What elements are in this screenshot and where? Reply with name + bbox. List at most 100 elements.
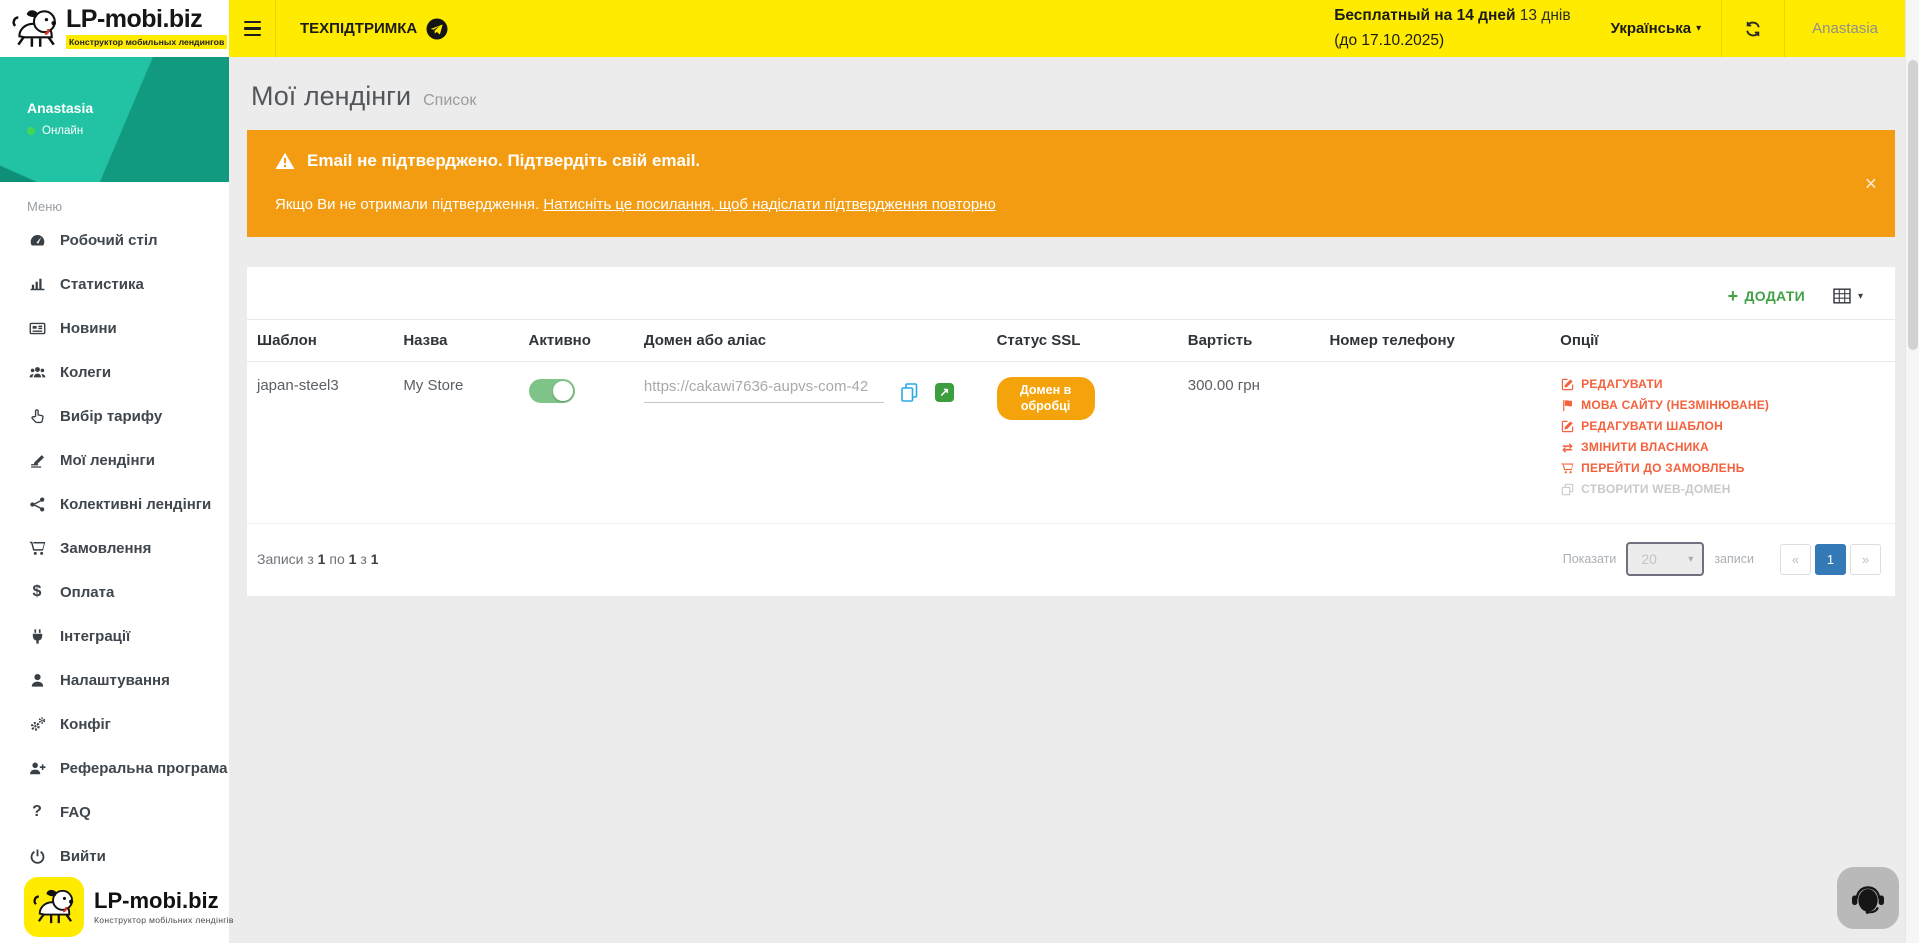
support-chat-button[interactable]: [1837, 867, 1899, 929]
table-header-row: Шаблон Назва Активно Домен або аліас Ста…: [247, 320, 1895, 362]
cart-icon: [27, 540, 47, 557]
sidebar-footer-logo: LP-mobi.biz Конструктор мобільних лендін…: [24, 877, 234, 937]
option-edit[interactable]: РЕДАГУВАТИ: [1560, 377, 1887, 391]
next-page-button[interactable]: »: [1850, 544, 1881, 575]
language-flag-icon: [1560, 399, 1575, 412]
sidebar-item-payment[interactable]: $ Оплата: [0, 570, 229, 614]
cell-domain: ↗: [636, 362, 989, 524]
brand-logo[interactable]: LP-mobi.biz Конструктор мобильных лендин…: [0, 0, 229, 57]
trial-days-left: 13 днів: [1520, 7, 1571, 24]
sidebar-item-news[interactable]: Новини: [0, 306, 229, 350]
exchange-icon: ⇄: [1560, 441, 1575, 454]
option-change-owner[interactable]: ⇄ ЗМІНИТИ ВЛАСНИКА: [1560, 440, 1887, 454]
resend-confirmation-link[interactable]: Натисніть це посилання, щоб надіслати пі…: [543, 196, 995, 213]
warning-icon: [275, 152, 295, 170]
page-title: Мої лендінги: [251, 81, 411, 112]
cart-icon: [1560, 462, 1575, 475]
main-content: Мої лендінги Список Email не підтверджен…: [229, 57, 1905, 943]
alert-title-text: Email не підтверджено. Підтвердіть свій …: [307, 151, 700, 171]
sidebar-item-logout[interactable]: Вийти: [0, 834, 229, 878]
question-icon: ?: [27, 803, 47, 821]
sidebar-nav: Робочий стіл Статистика Новини Колеги Ви…: [0, 218, 229, 878]
card-toolbar: + ДОДАТИ ▾: [247, 267, 1895, 319]
col-price: Вартість: [1180, 320, 1322, 362]
sidebar-username: Anastasia: [27, 100, 229, 116]
copy-icon[interactable]: [899, 382, 920, 403]
sidebar: Anastasia Онлайн Меню Робочий стіл Стати…: [0, 57, 229, 943]
sidebar-item-colleagues[interactable]: Колеги: [0, 350, 229, 394]
footer-brand-tagline: Конструктор мобільних лендінгів: [94, 915, 234, 925]
topbar-username[interactable]: Anastasia: [1785, 0, 1905, 57]
col-options: Опції: [1552, 320, 1895, 362]
close-icon[interactable]: ×: [1865, 173, 1877, 194]
column-visibility-button[interactable]: ▾: [1833, 288, 1863, 304]
brand-tagline: Конструктор мобильных лендингов: [66, 35, 227, 49]
cell-template: japan-steel3: [247, 362, 395, 524]
option-site-language[interactable]: МОВА САЙТУ (НЕЗМІНЮВАНЕ): [1560, 398, 1887, 412]
user-plus-icon: [27, 760, 47, 777]
domain-input[interactable]: [644, 377, 884, 403]
newspaper-icon: [27, 320, 47, 337]
alert-body-text: Якщо Ви не отримали підтвердження.: [275, 196, 539, 213]
sidebar-item-collective-landings[interactable]: Колективні лендінги: [0, 482, 229, 526]
share-icon: [27, 496, 47, 513]
sidebar-item-referral[interactable]: Реферальна програма: [0, 746, 229, 790]
add-landing-button[interactable]: + ДОДАТИ: [1728, 287, 1805, 305]
pagination: « 1 »: [1780, 544, 1881, 575]
option-edit-template[interactable]: РЕДАГУВАТИ ШАБЛОН: [1560, 419, 1887, 433]
power-icon: [27, 848, 47, 865]
table-footer: Записи з 1 по 1 з 1 Показати 20 ▾ записи…: [247, 524, 1895, 596]
online-status-dot: [27, 127, 35, 135]
option-go-to-orders[interactable]: ПЕРЕЙТИ ДО ЗАМОВЛЕНЬ: [1560, 461, 1887, 475]
open-site-button[interactable]: ↗: [935, 383, 954, 402]
col-template: Шаблон: [247, 320, 395, 362]
page-1-button[interactable]: 1: [1815, 544, 1846, 575]
external-link-icon: ↗: [939, 385, 949, 399]
col-ssl-status: Статус SSL: [989, 320, 1180, 362]
language-dropdown[interactable]: Українська ▾: [1591, 20, 1722, 37]
prev-page-button[interactable]: «: [1780, 544, 1811, 575]
cell-phone: [1321, 362, 1552, 524]
sidebar-item-my-landings[interactable]: Мої лендінги: [0, 438, 229, 482]
sidebar-item-dashboard[interactable]: Робочий стіл: [0, 218, 229, 262]
scrollbar[interactable]: [1905, 0, 1919, 943]
sidebar-item-faq[interactable]: ? FAQ: [0, 790, 229, 834]
col-phone: Номер телефону: [1321, 320, 1552, 362]
hand-pointer-icon: [27, 408, 47, 425]
dollar-icon: $: [27, 583, 47, 601]
scrollbar-thumb[interactable]: [1908, 60, 1918, 350]
col-domain: Домен або аліас: [636, 320, 989, 362]
sidebar-item-statistics[interactable]: Статистика: [0, 262, 229, 306]
edit-icon: [1560, 378, 1575, 391]
file-signature-icon: [27, 452, 47, 469]
dog-logo-icon: [24, 877, 84, 937]
user-icon: [27, 672, 47, 689]
support-link[interactable]: ТЕХПІДТРИМКА: [300, 18, 448, 40]
chevron-down-icon: ▾: [1688, 554, 1693, 565]
active-toggle[interactable]: [529, 379, 575, 403]
sidebar-item-integrations[interactable]: Інтеграції: [0, 614, 229, 658]
option-create-web-domain[interactable]: СТВОРИТИ WEB-ДОМЕН: [1560, 482, 1887, 496]
records-info: Записи з 1 по 1 з 1: [257, 551, 378, 567]
page-size-select[interactable]: 20 ▾: [1626, 542, 1704, 576]
chevron-down-icon: ▾: [1696, 23, 1701, 34]
top-yellow-bar: ТЕХПІДТРИМКА Бесплатный на 14 дней 13 дн…: [229, 0, 1905, 57]
sidebar-item-config[interactable]: Конфіг: [0, 702, 229, 746]
trial-until: (до 17.10.2025): [1334, 29, 1570, 53]
footer-brand-name: LP-mobi.biz: [94, 890, 234, 912]
show-label: Показати: [1563, 552, 1617, 566]
sidebar-item-settings[interactable]: Налаштування: [0, 658, 229, 702]
trial-info: Бесплатный на 14 дней 13 днів (до 17.10.…: [1334, 4, 1570, 52]
refresh-button[interactable]: [1722, 0, 1784, 57]
sidebar-item-orders[interactable]: Замовлення: [0, 526, 229, 570]
hamburger-icon[interactable]: [229, 19, 275, 39]
clone-icon: [1560, 483, 1575, 496]
edit-icon: [1560, 420, 1575, 433]
sidebar-item-tariff[interactable]: Вибір тарифу: [0, 394, 229, 438]
chevron-down-icon: ▾: [1858, 291, 1863, 302]
support-label: ТЕХПІДТРИМКА: [300, 20, 417, 37]
telegram-icon: [426, 18, 448, 40]
col-active: Активно: [521, 320, 636, 362]
cell-active: [521, 362, 636, 524]
page-subtitle: Список: [423, 92, 476, 110]
